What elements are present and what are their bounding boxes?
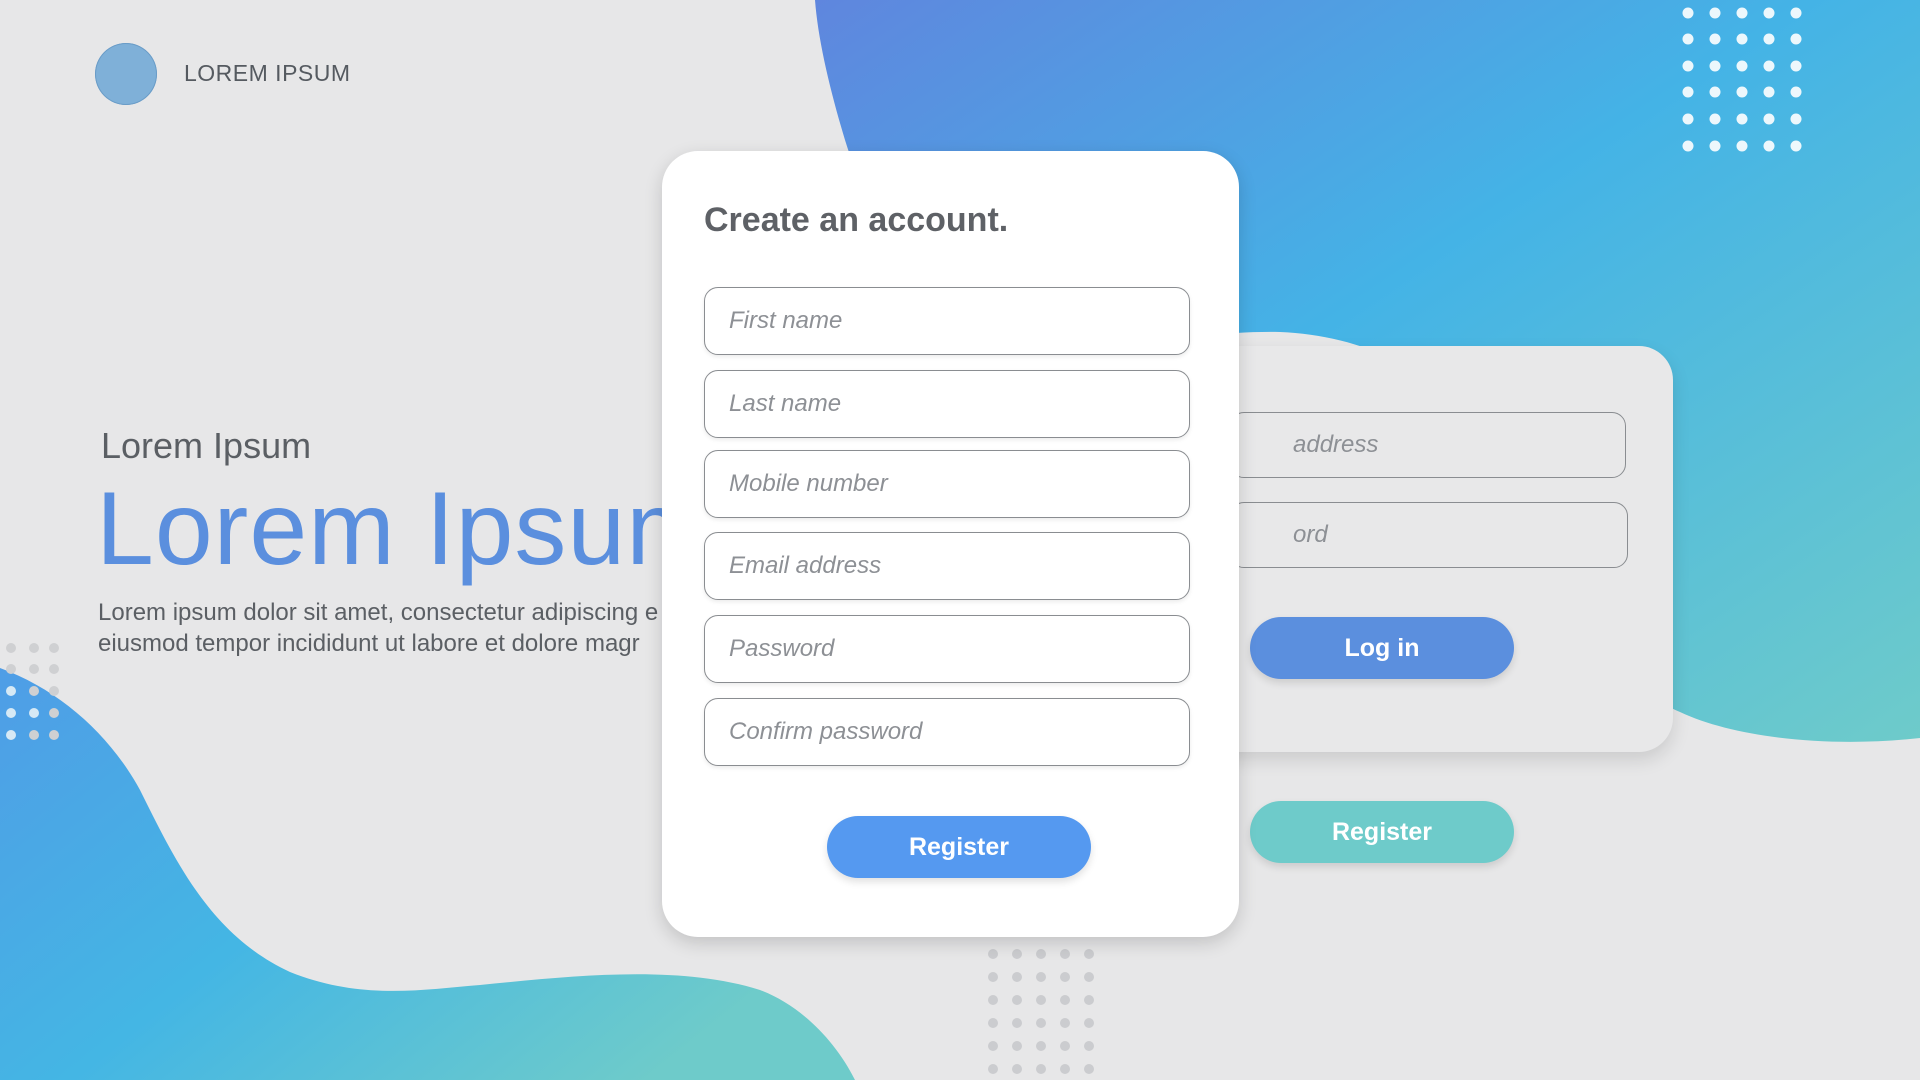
register-card: Create an account. First name Last name … [662,151,1239,937]
first-name-input[interactable]: First name [704,287,1190,355]
login-email-input[interactable]: address [1230,412,1626,478]
login-button[interactable]: Log in [1250,617,1514,679]
hero-body-line: eiusmod tempor incididunt ut labore et d… [98,630,640,657]
register-submit-button[interactable]: Register [827,816,1091,878]
hero-subtitle: Lorem Ipsum [101,425,312,466]
hero-title: Lorem Ipsum [96,471,714,587]
password-input[interactable]: Password [704,615,1190,683]
login-password-input[interactable]: ord [1230,502,1628,568]
login-card: address ord [1180,346,1673,752]
hero-body: Lorem ipsum dolor sit amet, consectetur … [98,597,718,659]
mobile-number-input[interactable]: Mobile number [704,450,1190,518]
brand-name: LOREM IPSUM [184,60,351,86]
login-register-screen: LOREM IPSUM Lorem Ipsum Lorem Ipsum Lore… [0,0,1920,1080]
brand-logo [95,43,157,105]
hero-body-line: Lorem ipsum dolor sit amet, consectetur … [98,599,659,626]
login-register-button[interactable]: Register [1250,801,1514,863]
register-title: Create an account. [704,201,1009,239]
confirm-password-input[interactable]: Confirm password [704,698,1190,766]
last-name-input[interactable]: Last name [704,370,1190,438]
email-address-input[interactable]: Email address [704,532,1190,600]
